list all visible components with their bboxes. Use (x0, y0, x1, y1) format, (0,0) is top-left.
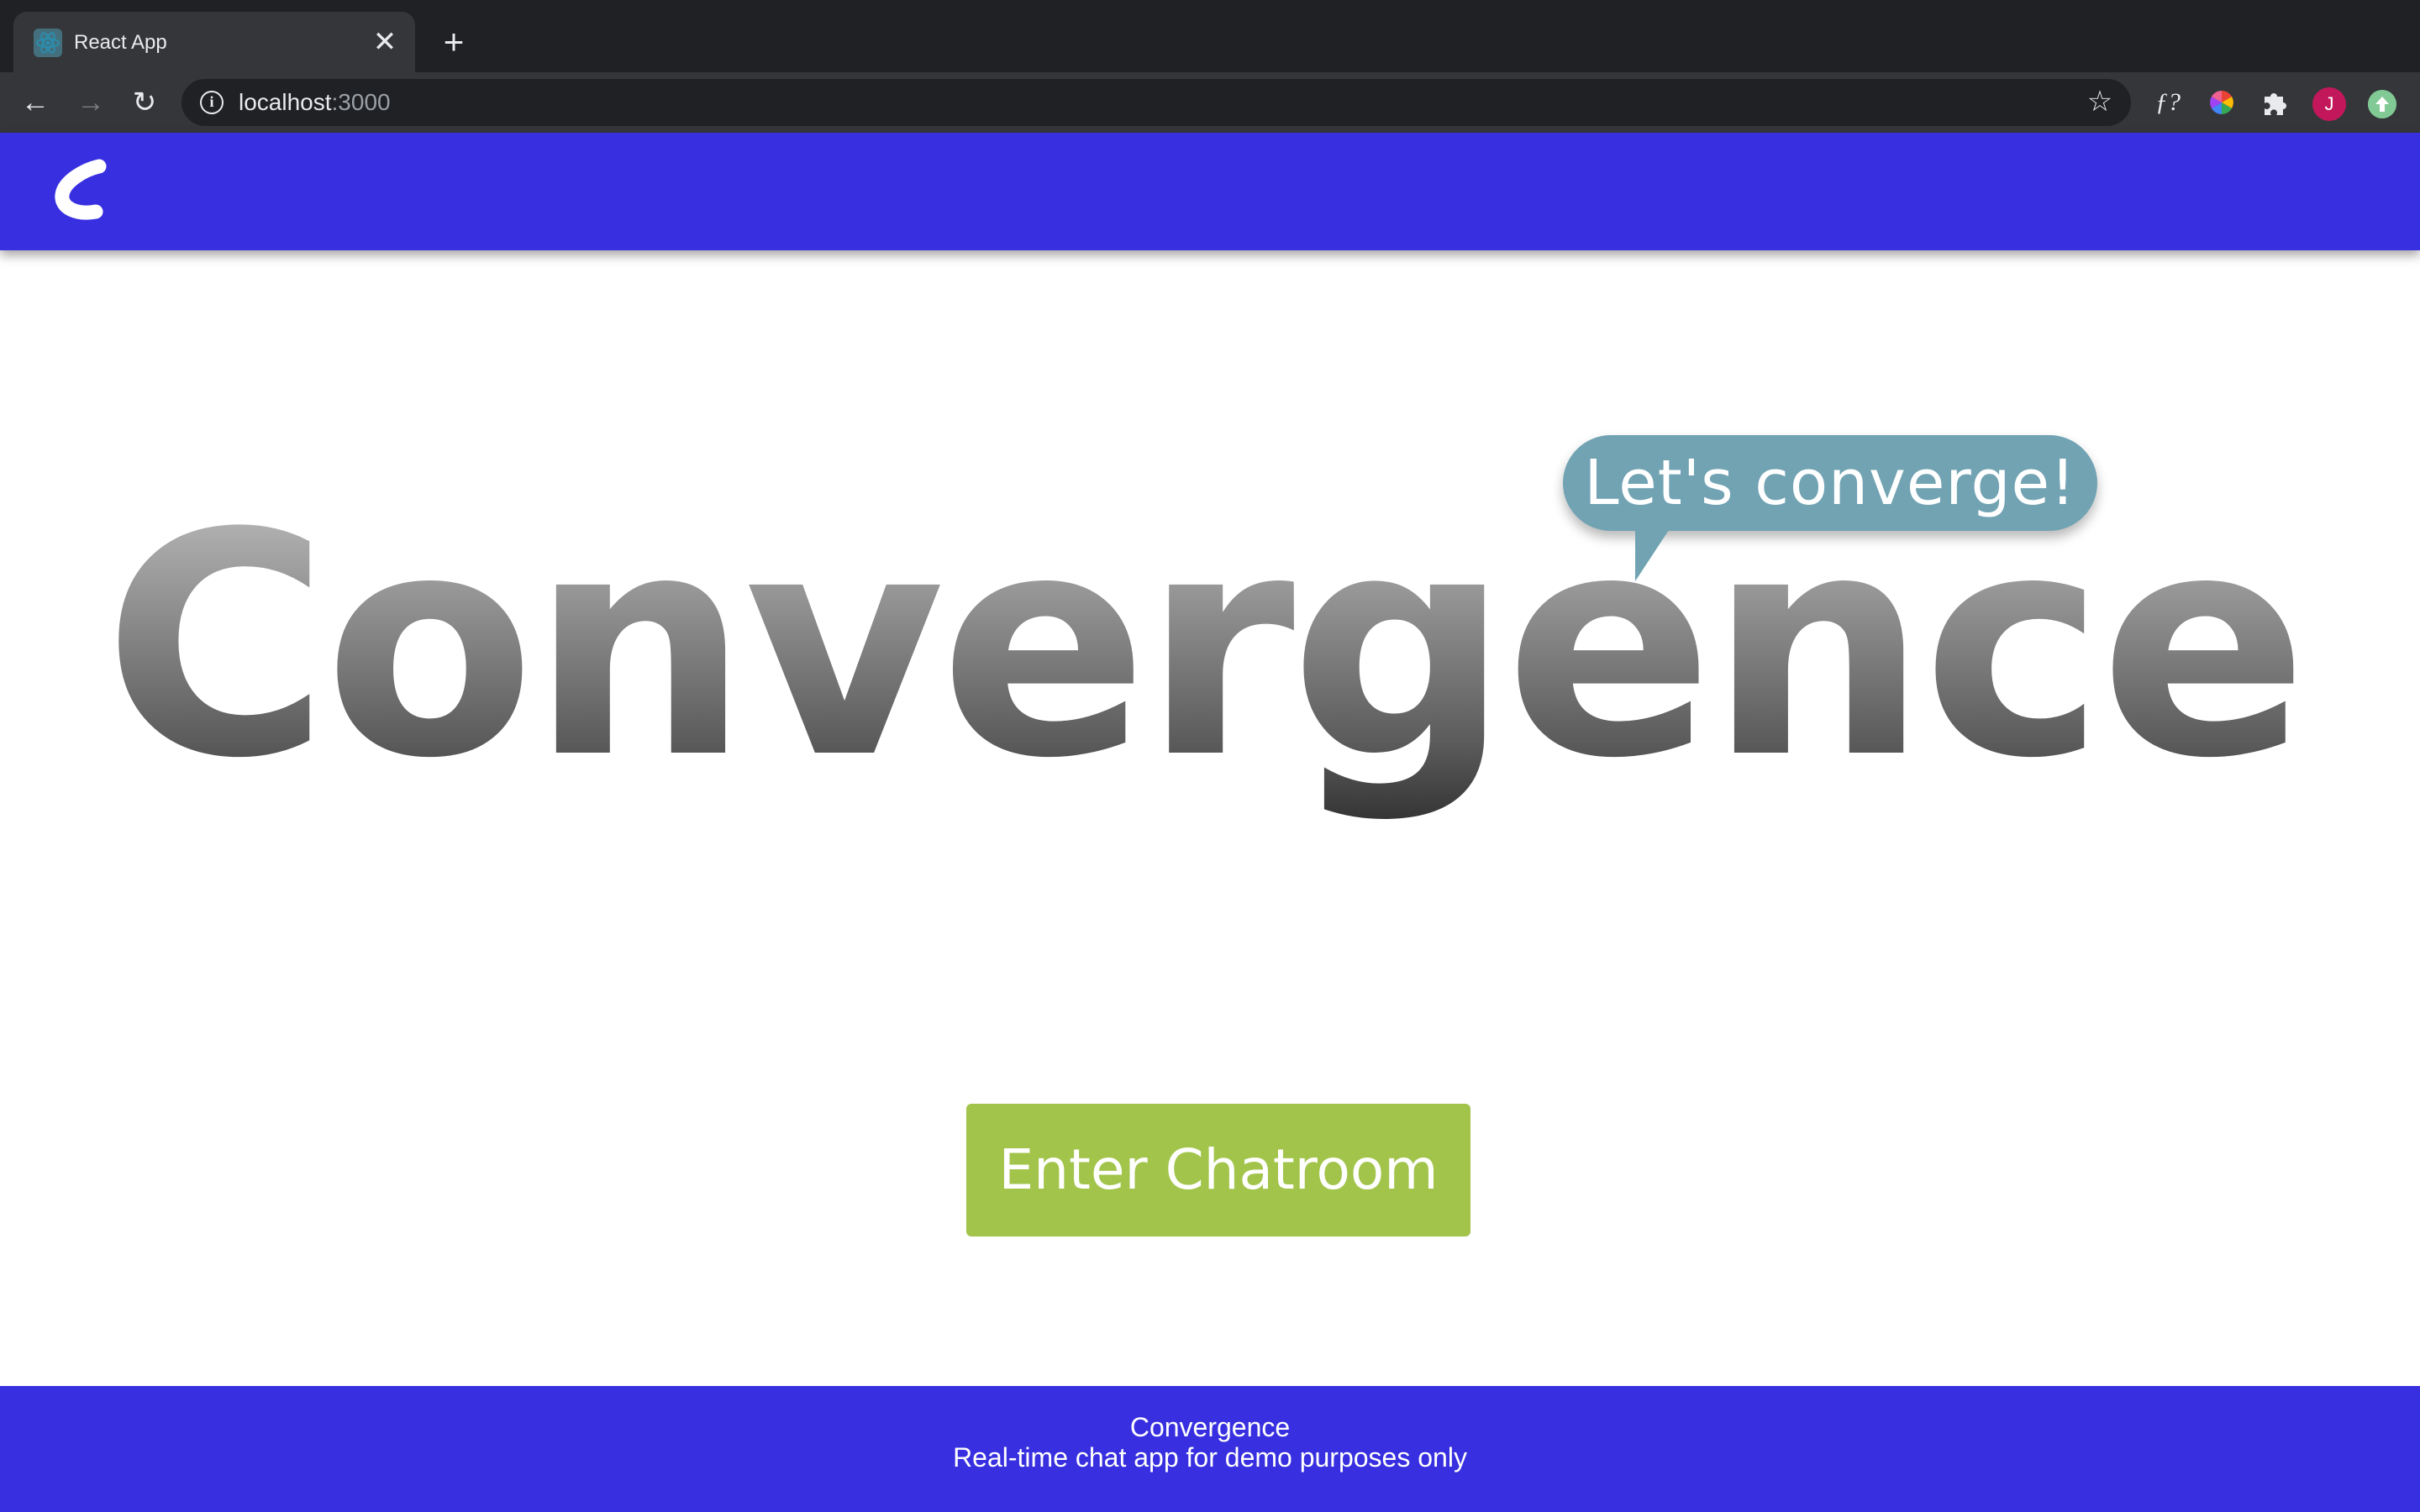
browser-toolbar: ← → ↻ i localhost:3000 ☆ ƒ? J (0, 72, 2420, 133)
address-bar[interactable]: i localhost:3000 ☆ (182, 79, 2131, 126)
speech-bubble-text: Let's converge! (1584, 447, 2076, 519)
react-logo-icon (34, 29, 62, 57)
enter-chatroom-button[interactable]: Enter Chatroom (966, 1104, 1470, 1236)
browser-tab-bar: React App ✕ + (0, 0, 2420, 72)
browser-tab[interactable]: React App ✕ (13, 12, 415, 72)
footer-subtitle: Real-time chat app for demo purposes onl… (953, 1442, 1467, 1473)
speech-bubble-tail (1635, 528, 1670, 581)
bookmark-star-icon[interactable]: ☆ (2086, 87, 2114, 116)
forward-arrow-icon[interactable]: → (74, 86, 108, 119)
back-arrow-icon[interactable]: ← (18, 86, 52, 119)
font-identifier-icon[interactable]: ƒ? (2151, 86, 2185, 119)
url-host: localhost (239, 89, 332, 115)
tab-title: React App (74, 31, 167, 54)
app-header (0, 133, 2420, 250)
url-text[interactable]: localhost:3000 (239, 89, 391, 116)
new-tab-button[interactable]: + (435, 24, 472, 60)
footer-title: Convergence (1129, 1412, 1291, 1442)
profile-avatar[interactable]: J (2312, 87, 2346, 121)
site-info-icon[interactable]: i (200, 91, 224, 114)
app-footer: Convergence Real-time chat app for demo … (0, 1386, 2420, 1512)
puzzle-piece-icon[interactable] (2257, 86, 2291, 119)
convergence-logo-icon[interactable] (52, 156, 119, 228)
url-port: :3000 (331, 89, 391, 115)
color-wheel-icon[interactable] (2205, 86, 2238, 119)
tab-close-icon[interactable]: ✕ (370, 27, 400, 57)
speech-bubble: Let's converge! (1563, 435, 2097, 531)
update-arrow-icon[interactable] (2368, 90, 2396, 118)
reload-icon[interactable]: ↻ (128, 86, 161, 119)
